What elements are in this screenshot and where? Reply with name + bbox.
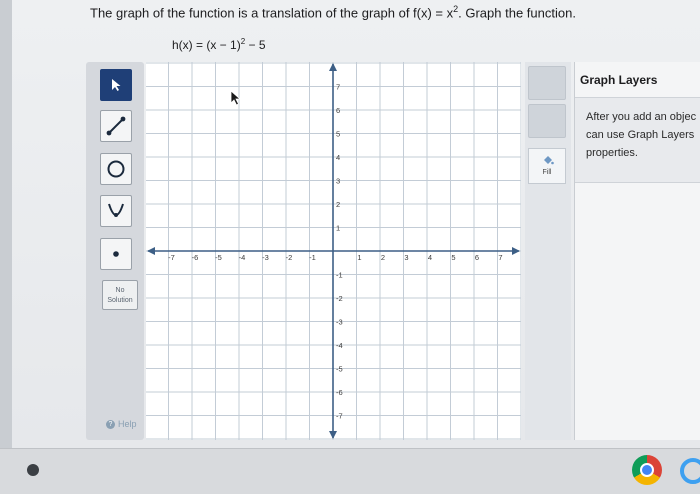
side-tool-button-2[interactable] (528, 104, 566, 138)
x-tick-label: -3 (262, 253, 269, 262)
y-tick-label: -7 (336, 412, 343, 421)
parabola-tool-button[interactable] (100, 195, 132, 227)
y-tick-label: -2 (336, 294, 343, 303)
x-tick-label: 4 (428, 253, 432, 262)
help-link[interactable]: ? Help (106, 419, 137, 429)
y-tick-label: -5 (336, 365, 343, 374)
line-segment-tool-button[interactable] (100, 110, 132, 142)
y-tick-label: 3 (336, 177, 340, 186)
y-tick-label: 2 (336, 200, 340, 209)
side-tools-panel: Fill (525, 62, 571, 440)
launcher-icon[interactable] (27, 464, 39, 476)
x-tick-label: -4 (239, 253, 246, 262)
graph-layers-panel: Graph Layers After you add an objec can … (574, 62, 700, 440)
point-icon (113, 251, 119, 257)
y-tick-label: -4 (336, 341, 343, 350)
y-tick-label: 7 (336, 83, 340, 92)
problem-prompt: The graph of the function is a translati… (90, 4, 576, 21)
no-solution-label-line1: No (115, 287, 125, 294)
x-tick-label: -2 (286, 253, 293, 262)
x-axis-arrow-left-icon (147, 247, 155, 255)
y-tick-label: 4 (336, 153, 340, 162)
x-tick-label: -1 (309, 253, 316, 262)
x-axis-arrow-right-icon (512, 247, 520, 255)
mouse-cursor-icon (230, 90, 242, 106)
x-tick-label: 3 (404, 253, 408, 262)
help-icon: ? (106, 419, 115, 429)
graph-layers-description: After you add an objec can use Graph Lay… (575, 98, 700, 183)
circle-icon (107, 160, 125, 178)
app-icon[interactable] (680, 458, 700, 484)
x-tick-label: 2 (381, 253, 385, 262)
x-tick-label: 1 (357, 253, 361, 262)
x-tick-label: 5 (451, 253, 455, 262)
y-axis-arrow-up-icon (329, 63, 337, 71)
point-tool-button[interactable] (100, 238, 132, 270)
help-label: Help (118, 419, 137, 429)
x-tick-label: 6 (475, 253, 479, 262)
no-solution-button[interactable]: No Solution (102, 280, 138, 310)
x-tick-label: -6 (192, 253, 199, 262)
coordinate-grid[interactable]: -7 -6 -5 -4 -3 -2 -1 1 2 3 4 5 6 7 7 6 5 4 3 2 1 -1 -2 -3 -4 -5 -6… (146, 62, 522, 440)
problem-equation: h(x) = (x − 1)2 − 5 (172, 37, 266, 52)
graph-layers-text-line3: properties. (586, 147, 638, 159)
y-tick-label: -1 (336, 271, 343, 280)
y-tick-label: -3 (336, 318, 343, 327)
side-tool-button-1[interactable] (528, 66, 566, 100)
paint-bucket-icon (544, 156, 554, 165)
taskbar (0, 448, 700, 494)
chrome-icon[interactable] (632, 455, 662, 485)
x-tick-label: 7 (498, 253, 502, 262)
y-axis-arrow-down-icon (329, 431, 337, 439)
y-tick-label: 5 (336, 130, 340, 139)
no-solution-label-line2: Solution (107, 297, 133, 304)
x-tick-label: -5 (215, 253, 222, 262)
graph-layers-text-line1: After you add an objec (586, 111, 697, 123)
fill-button[interactable]: Fill (528, 148, 566, 184)
graph-layers-title: Graph Layers (575, 62, 700, 98)
line-segment-icon (106, 116, 126, 136)
parabola-icon (108, 203, 124, 217)
pointer-arrow-icon (112, 79, 121, 91)
y-tick-label: 1 (336, 224, 340, 233)
graph-area[interactable]: -7 -6 -5 -4 -3 -2 -1 1 2 3 4 5 6 7 7 6 5 4 3 2 1 -1 -2 -3 -4 -5 -6… (146, 62, 522, 440)
y-tick-label: -6 (336, 388, 343, 397)
select-tool-button[interactable] (100, 69, 132, 101)
graph-layers-text-line2: can use Graph Layers (586, 129, 695, 141)
y-tick-label: 6 (336, 106, 340, 115)
circle-tool-button[interactable] (100, 153, 132, 185)
x-tick-label: -7 (168, 253, 175, 262)
fill-label: Fill (542, 169, 552, 176)
